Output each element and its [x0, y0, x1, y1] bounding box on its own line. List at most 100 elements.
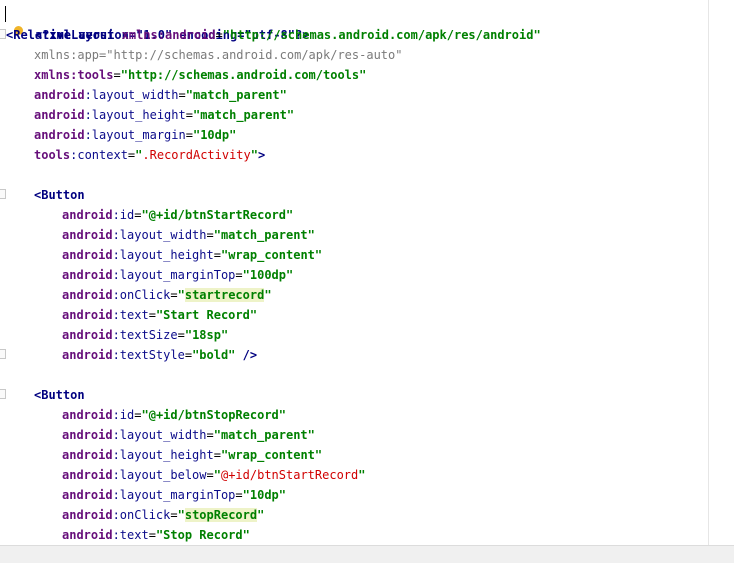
- attr-namespace: android: [62, 348, 113, 362]
- right-margin-guide: [708, 0, 709, 545]
- code-line-14[interactable]: android:layout_marginTop="100dp": [62, 265, 293, 285]
- attr-name: :layout_marginTop: [112, 268, 236, 282]
- code-line-8[interactable]: tools:context=".RecordActivity">: [34, 145, 265, 165]
- attr-name: :context: [70, 148, 128, 162]
- equals: =: [148, 308, 156, 322]
- attr-name: :layout_width: [112, 428, 207, 442]
- attr-name: :textSize: [112, 328, 178, 342]
- attr-namespace: android: [62, 248, 113, 262]
- tag-name: Button: [41, 188, 85, 202]
- equals: =: [134, 408, 142, 422]
- attr-name: :text: [112, 528, 149, 542]
- attr-value: "18sp": [184, 328, 229, 342]
- equals: =: [185, 128, 193, 142]
- code-line-13[interactable]: android:layout_height="wrap_content": [62, 245, 322, 265]
- attr-namespace: android: [62, 268, 113, 282]
- attr-value: "wrap_content": [220, 248, 323, 262]
- attr-namespace: android: [62, 328, 113, 342]
- code-line-21[interactable]: android:id="@+id/btnStopRecord": [62, 405, 286, 425]
- code-line-18[interactable]: android:textStyle="bold" />: [62, 345, 257, 365]
- attr-value: "match_parent": [213, 428, 315, 442]
- attr-namespace: android: [62, 308, 113, 322]
- fold-marker-icon[interactable]: [0, 389, 6, 399]
- equals: =: [235, 268, 243, 282]
- equals: =: [184, 348, 193, 362]
- code-editor[interactable]: <?xml version="1.0" encoding="utf-8"?> <…: [0, 0, 734, 545]
- attr-name: :layout_height: [112, 448, 214, 462]
- attr-value: "match_parent": [192, 108, 295, 122]
- method-reference: stopRecord: [184, 508, 258, 522]
- attr-name: :onClick: [112, 288, 171, 302]
- attr-value: "Start Record": [155, 308, 258, 322]
- equals: =: [148, 528, 156, 542]
- attr-namespace: android: [34, 128, 85, 142]
- equals: =: [113, 68, 121, 82]
- code-line-4[interactable]: xmlns:tools="http://schemas.android.com/…: [34, 65, 366, 85]
- equals: =: [177, 328, 185, 342]
- equals: =: [235, 488, 243, 502]
- code-line-12[interactable]: android:layout_width="match_parent": [62, 225, 315, 245]
- code-line-5[interactable]: android:layout_width="match_parent": [34, 85, 287, 105]
- attr-namespace: tools: [34, 148, 71, 162]
- code-line-25[interactable]: android:layout_marginTop="10dp": [62, 485, 286, 505]
- attr-name: xmlns:tools: [34, 68, 114, 82]
- code-line-17[interactable]: android:textSize="18sp": [62, 325, 228, 345]
- code-line-2[interactable]: <RelativeLayout xmlns:android="http://sc…: [6, 25, 541, 45]
- code-line-27[interactable]: android:text="Stop Record": [62, 525, 250, 545]
- attr-name: xmlns:android: [121, 28, 216, 42]
- equals: =: [134, 208, 142, 222]
- code-line-7[interactable]: android:layout_margin="10dp": [34, 125, 236, 145]
- fold-marker-icon[interactable]: [0, 349, 6, 359]
- horizontal-scrollbar[interactable]: [0, 545, 734, 563]
- attr-namespace: android: [62, 508, 113, 522]
- code-line-11[interactable]: android:id="@+id/btnStartRecord": [62, 205, 293, 225]
- code-line-20[interactable]: <Button: [34, 385, 85, 405]
- code-line-15[interactable]: android:onClick="startrecord": [62, 285, 272, 305]
- equals: =: [213, 448, 221, 462]
- method-reference: startrecord: [184, 288, 265, 302]
- equals: =: [170, 288, 178, 302]
- equals: =: [206, 468, 214, 482]
- attr-value: "10dp": [242, 488, 286, 502]
- fold-marker-icon[interactable]: [0, 189, 6, 199]
- quote: ": [250, 148, 258, 162]
- attr-name: :layout_height: [112, 248, 214, 262]
- attr-namespace: android: [34, 108, 85, 122]
- tag-name: Button: [41, 388, 85, 402]
- attr-value: "http://schemas.android.com/apk/res-auto…: [106, 48, 403, 62]
- code-line-22[interactable]: android:layout_width="match_parent": [62, 425, 315, 445]
- code-line-10[interactable]: <Button: [34, 185, 85, 205]
- quote: ": [358, 468, 366, 482]
- quote: ": [257, 508, 265, 522]
- tag-name: RelativeLayout: [13, 28, 115, 42]
- quote: ": [177, 288, 185, 302]
- code-line-3[interactable]: xmlns:app="http://schemas.android.com/ap…: [34, 45, 402, 65]
- attr-value: "match_parent": [185, 88, 287, 102]
- quote: ": [264, 288, 272, 302]
- attr-namespace: android: [62, 448, 113, 462]
- attr-name: :layout_width: [112, 228, 207, 242]
- tag-close-bracket: >: [258, 148, 266, 162]
- attr-namespace: android: [62, 408, 113, 422]
- attr-namespace: android: [62, 428, 113, 442]
- code-line-23[interactable]: android:layout_height="wrap_content": [62, 445, 322, 465]
- attr-namespace: android: [62, 288, 113, 302]
- code-line-24[interactable]: android:layout_below="@+id/btnStartRecor…: [62, 465, 365, 485]
- equals: =: [206, 228, 214, 242]
- attr-name: :text: [112, 308, 149, 322]
- code-line-26[interactable]: android:onClick="stopRecord": [62, 505, 264, 525]
- code-line-16[interactable]: android:text="Start Record": [62, 305, 257, 325]
- attr-value: "wrap_content": [220, 448, 323, 462]
- attr-value: "bold": [192, 348, 236, 362]
- code-line-1[interactable]: <?xml version="1.0" encoding="utf-8"?>: [6, 5, 310, 42]
- attr-value: "match_parent": [213, 228, 315, 242]
- code-line-6[interactable]: android:layout_height="match_parent": [34, 105, 294, 125]
- attr-name: :layout_margin: [84, 128, 186, 142]
- editor-gutter[interactable]: [0, 0, 9, 545]
- equals: =: [206, 428, 214, 442]
- attr-value: "@+id/btnStopRecord": [141, 408, 287, 422]
- attr-value: "@+id/btnStartRecord": [141, 208, 294, 222]
- equals: =: [178, 88, 186, 102]
- tag-self-close: />: [235, 348, 258, 362]
